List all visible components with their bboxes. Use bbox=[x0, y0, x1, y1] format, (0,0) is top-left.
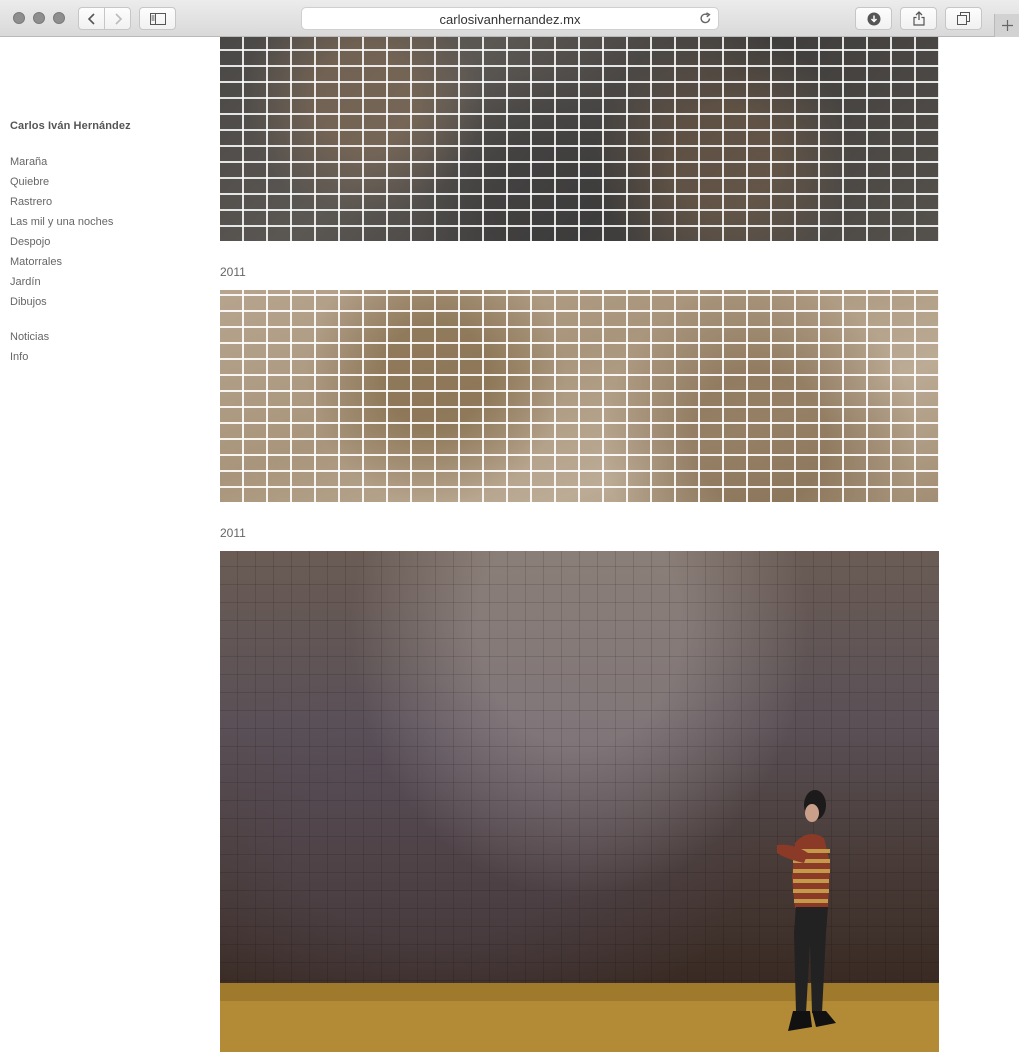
chevron-right-icon bbox=[114, 12, 122, 25]
nav-item-matorrales[interactable]: Matorrales bbox=[10, 256, 200, 276]
tabs-overview-icon bbox=[957, 12, 970, 25]
secondary-nav: Noticias Info bbox=[10, 331, 200, 371]
nav-item-las-mil-y-una-noches[interactable]: Las mil y una noches bbox=[10, 216, 200, 236]
close-window-button[interactable] bbox=[13, 12, 25, 24]
nav-item-quiebre[interactable]: Quiebre bbox=[10, 176, 200, 196]
browser-toolbar: carlosivanhernandez.mx bbox=[0, 0, 1019, 37]
downloads-button[interactable] bbox=[855, 7, 892, 30]
primary-nav: Maraña Quiebre Rastrero Las mil y una no… bbox=[10, 156, 200, 316]
nav-item-jardin[interactable]: Jardín bbox=[10, 276, 200, 296]
site-title[interactable]: Carlos Iván Hernández bbox=[10, 120, 200, 132]
share-icon bbox=[912, 11, 925, 26]
nav-item-dibujos[interactable]: Dibujos bbox=[10, 296, 200, 316]
visitor-figure bbox=[777, 790, 836, 1031]
chevron-left-icon bbox=[87, 12, 95, 25]
reload-icon[interactable] bbox=[699, 12, 712, 25]
download-icon bbox=[867, 12, 880, 25]
back-button[interactable] bbox=[78, 7, 105, 30]
sidebar-toggle-button[interactable] bbox=[139, 7, 176, 30]
nav-item-info[interactable]: Info bbox=[10, 351, 200, 371]
nav-item-rastrero[interactable]: Rastrero bbox=[10, 196, 200, 216]
minimize-window-button[interactable] bbox=[33, 12, 45, 24]
nav-item-noticias[interactable]: Noticias bbox=[10, 331, 200, 351]
zoom-window-button[interactable] bbox=[53, 12, 65, 24]
forward-button[interactable] bbox=[104, 7, 131, 30]
share-button[interactable] bbox=[900, 7, 937, 30]
sidebar-icon bbox=[149, 12, 166, 25]
artwork-year-caption: 2011 bbox=[220, 526, 246, 540]
artwork-year-caption: 2011 bbox=[220, 265, 246, 279]
artwork-grid-image-light bbox=[220, 290, 939, 502]
site-sidebar: Carlos Iván Hernández Maraña Quiebre Ras… bbox=[10, 120, 200, 371]
address-bar[interactable]: carlosivanhernandez.mx bbox=[301, 7, 719, 30]
plus-icon bbox=[1001, 20, 1013, 31]
tabs-overview-button[interactable] bbox=[945, 7, 982, 30]
new-tab-button[interactable] bbox=[994, 14, 1019, 37]
nav-item-despojo[interactable]: Despojo bbox=[10, 236, 200, 256]
artwork-grid-image-dark bbox=[220, 37, 939, 241]
nav-item-marana[interactable]: Maraña bbox=[10, 156, 200, 176]
installation-photo bbox=[220, 551, 939, 1052]
address-url: carlosivanhernandez.mx bbox=[439, 12, 581, 27]
